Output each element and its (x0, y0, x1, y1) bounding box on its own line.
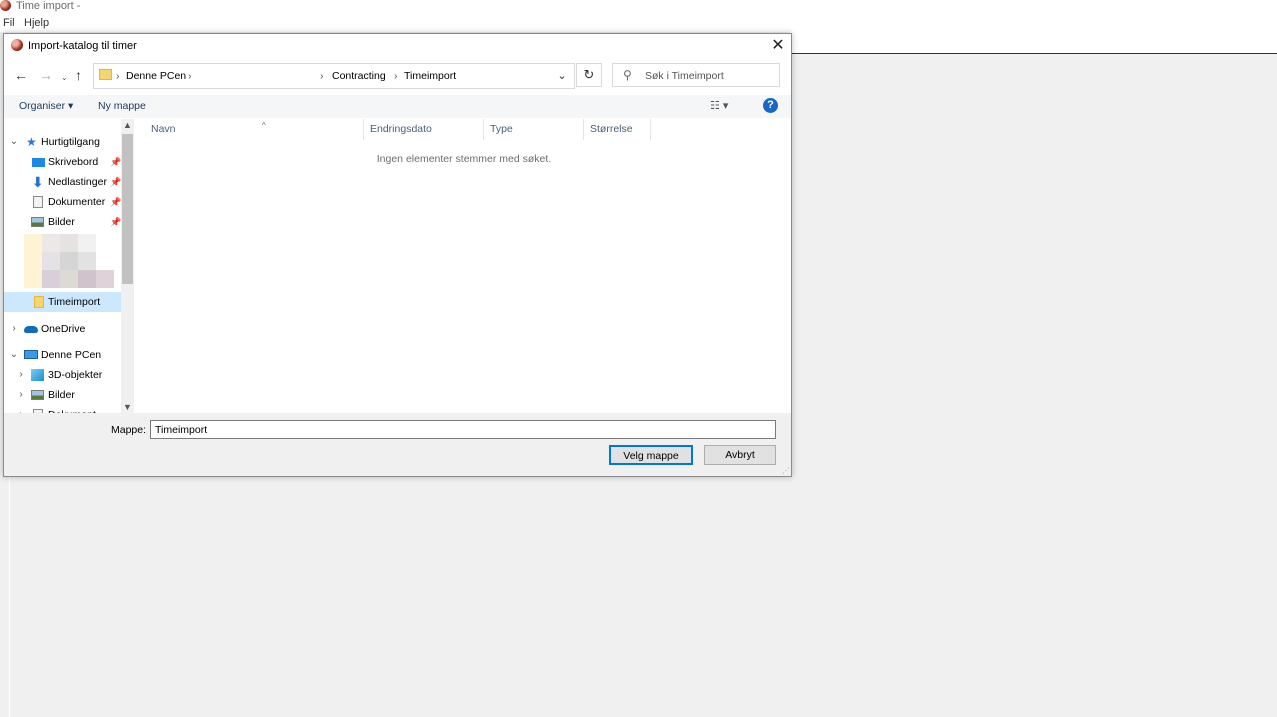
app-header-strip (790, 32, 1277, 53)
nav-item-3d-objects[interactable]: › 3D-objekter (4, 365, 121, 385)
nav-item-desktop[interactable]: Skrivebord 📌 (4, 152, 121, 172)
app-menu-bar: Fil Hjelp (0, 13, 1277, 32)
cancel-button[interactable]: Avbryt (704, 445, 776, 465)
cube-icon (31, 369, 44, 381)
search-input[interactable] (643, 67, 777, 85)
redacted-item-icon (24, 234, 42, 288)
app-title: Time import - (16, 0, 81, 12)
new-folder-button[interactable]: Ny mappe (98, 100, 146, 112)
download-arrow-icon: ⬇ (32, 174, 44, 190)
nav-scrollbar[interactable]: ▲ ▼ (121, 119, 134, 413)
resize-grip-icon[interactable]: ⋰ (782, 466, 790, 475)
chevron-right-icon[interactable]: › (16, 385, 26, 405)
chevron-right-icon[interactable]: › (16, 405, 26, 413)
menu-hjelp[interactable]: Hjelp (24, 17, 49, 29)
nav-label: OneDrive (41, 323, 86, 335)
nav-item-downloads[interactable]: ⬇ Nedlastinger 📌 (4, 172, 121, 192)
nav-label: 3D-objekter (48, 369, 103, 381)
folder-name-field[interactable] (150, 420, 776, 439)
scroll-down-icon[interactable]: ▼ (121, 402, 134, 412)
navigation-row: ← → ⌄ ↑ › Denne PCen › › Contracting › T… (4, 61, 791, 91)
chevron-down-icon[interactable]: ⌄ (549, 64, 574, 88)
column-header-name[interactable]: Navn ^ (145, 119, 364, 140)
document-icon (33, 196, 43, 208)
folder-picker-dialog: Import-katalog til timer ✕ ← → ⌄ ↑ › Den… (3, 33, 792, 477)
column-header-type[interactable]: Type (484, 119, 584, 140)
app-logo-icon (0, 0, 11, 11)
chevron-down-icon[interactable]: ⌄ (9, 345, 19, 365)
pictures-icon (31, 217, 44, 227)
view-options-icon[interactable]: ☷ ▾ (710, 99, 728, 112)
breadcrumb-contracting[interactable]: Contracting (332, 70, 386, 82)
back-arrow-icon[interactable]: ← (14, 68, 28, 82)
column-header-size[interactable]: Størrelse (584, 119, 651, 140)
desktop-icon (32, 158, 45, 167)
sort-up-icon: ^ (262, 121, 266, 130)
nav-item-this-pc[interactable]: ⌄ Denne PCen (4, 345, 121, 365)
nav-item-timeimport[interactable]: Timeimport (4, 292, 121, 312)
pictures-icon (31, 390, 44, 400)
nav-label: Dokument (48, 405, 96, 413)
nav-label: Bilder (48, 389, 75, 401)
chevron-right-icon[interactable]: › (16, 365, 26, 385)
pin-icon[interactable]: 📌 (110, 212, 121, 232)
chevron-right-icon[interactable]: › (9, 319, 19, 339)
app-logo-icon (11, 39, 23, 51)
nav-item-documents[interactable]: Dokumenter 📌 (4, 192, 121, 212)
nav-item-quick-access[interactable]: ⌄ ★ Hurtigtilgang (4, 132, 121, 152)
refresh-icon[interactable]: ↻ (576, 63, 602, 87)
chevron-down-icon[interactable]: ⌄ (9, 132, 19, 152)
address-bar[interactable]: › Denne PCen › › Contracting › Timeimpor… (93, 63, 575, 89)
nav-item-pictures[interactable]: Bilder 📌 (4, 212, 121, 232)
pin-icon[interactable]: 📌 (110, 172, 121, 192)
nav-label: Bilder (48, 216, 75, 228)
scroll-thumb[interactable] (122, 134, 133, 284)
nav-item-documents-pc[interactable]: › Dokument (4, 405, 121, 413)
search-icon: ⚲ (623, 68, 632, 82)
dialog-title: Import-katalog til timer (28, 40, 137, 52)
search-box[interactable]: ⚲ (612, 63, 780, 87)
dialog-title-bar: Import-katalog til timer ✕ (4, 34, 791, 58)
breadcrumb-timeimport[interactable]: Timeimport (404, 70, 456, 82)
nav-label: Dokumenter (48, 196, 106, 208)
nav-item-onedrive[interactable]: › OneDrive (4, 319, 121, 339)
app-title-bar: Time import - (0, 0, 1277, 13)
nav-label: Skrivebord (48, 156, 99, 168)
select-folder-button[interactable]: Velg mappe (609, 445, 693, 465)
menu-fil[interactable]: Fil (3, 17, 15, 29)
command-toolbar: Organiser ▾ Ny mappe ☷ ▾ ? (4, 95, 791, 118)
computer-icon (24, 350, 38, 359)
column-header-date[interactable]: Endringsdato (364, 119, 484, 140)
nav-label: Denne PCen (41, 349, 102, 361)
navigation-pane: ⌄ ★ Hurtigtilgang Skrivebord 📌 ⬇ Nedlast… (4, 119, 134, 413)
close-icon[interactable]: ✕ (769, 37, 787, 55)
recent-locations-chevron-icon[interactable]: ⌄ (61, 71, 68, 85)
cloud-icon (24, 326, 38, 333)
nav-item-pictures-pc[interactable]: › Bilder (4, 385, 121, 405)
nav-label: Nedlastinger (48, 176, 107, 188)
nav-label: Hurtigtilgang (41, 136, 100, 148)
empty-message: Ingen elementer stemmer med søket. (376, 153, 552, 165)
breadcrumb-denne-pcen[interactable]: Denne PCen (126, 70, 186, 82)
organize-button[interactable]: Organiser ▾ (19, 100, 73, 112)
help-icon[interactable]: ? (763, 98, 778, 113)
forward-arrow-icon[interactable]: → (39, 68, 53, 82)
folder-icon (34, 296, 44, 308)
dialog-footer: Mappe: Velg mappe Avbryt ⋰ (4, 413, 791, 476)
nav-label: Timeimport (48, 296, 101, 308)
column-label: Navn (151, 123, 176, 135)
pin-icon[interactable]: 📌 (110, 192, 121, 212)
file-list: Navn ^ Endringsdato Type Størrelse Ingen… (134, 119, 791, 413)
folder-label: Mappe: (111, 424, 147, 436)
up-arrow-icon[interactable]: ↑ (75, 68, 82, 82)
folder-icon (99, 69, 112, 80)
scroll-up-icon[interactable]: ▲ (121, 120, 134, 130)
star-icon: ★ (26, 135, 37, 149)
pin-icon[interactable]: 📌 (110, 152, 121, 172)
